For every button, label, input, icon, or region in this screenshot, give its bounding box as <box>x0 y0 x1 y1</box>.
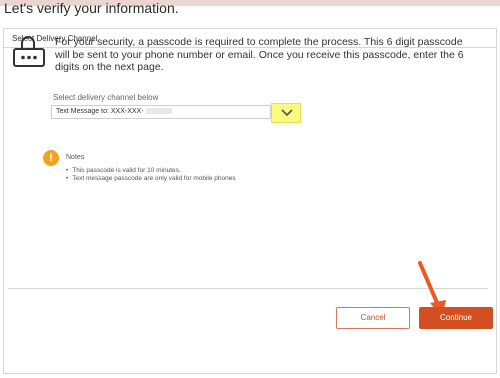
note-item: This passcode is valid for 10 minutes. <box>66 167 236 175</box>
dropdown-toggle-button[interactable] <box>271 103 301 123</box>
select-label: Select delivery channel below <box>53 93 159 102</box>
chevron-down-icon <box>281 109 293 117</box>
cancel-button[interactable]: Cancel <box>336 307 410 329</box>
note-item: Text message passcode are only valid for… <box>66 175 235 183</box>
exclamation-warning-icon: ! <box>43 150 59 166</box>
notes-list: This passcode is valid for 10 minutes. T… <box>66 167 236 183</box>
notes-title: Notes <box>66 154 85 161</box>
select-value: Text Message to: XXX-XXX- <box>56 108 144 115</box>
delivery-channel-select[interactable]: Text Message to: XXX-XXX- <box>51 105 271 119</box>
security-message: For your security, a passcode is require… <box>55 36 464 73</box>
continue-button[interactable]: Continue <box>419 307 493 329</box>
masked-phone-number <box>145 108 172 115</box>
page-title: Let's verify your information. <box>4 0 179 16</box>
lock-password-icon <box>13 36 45 67</box>
